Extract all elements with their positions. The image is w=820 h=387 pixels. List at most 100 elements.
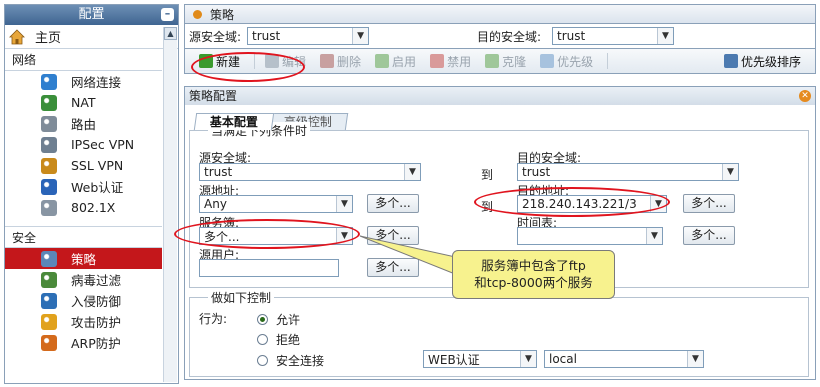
action-label: 行为: [199,312,228,326]
toolbar-button-4[interactable]: 禁用 [430,53,471,70]
action-deny-radio[interactable]: 拒绝 [257,331,300,348]
callout-line-1: 服务簿中包含了ftp [481,258,586,273]
toolbar-button-label: 克隆 [502,54,527,69]
sidebar-item-home[interactable]: 主页 [5,25,178,49]
dst-addr-multi-button[interactable]: 多个... [683,194,735,213]
sidebar-item-0-4[interactable]: SSL VPN [5,155,162,176]
toolbar-button-0[interactable]: 新建 [199,53,240,70]
vpn-grid-icon [41,136,57,153]
secure-local-select[interactable]: local ▼ [544,350,704,368]
sidebar: 配置 – 主页 ▲ 网络 网络连接 NAT 路由 IPSec VPN SSL VPN We… [4,4,179,384]
new-icon [199,54,213,68]
annotation-callout: 服务簿中包含了ftp 和tcp-8000两个服务 [452,250,615,299]
virus-icon [41,271,57,288]
disable-icon [430,54,445,68]
sidebar-group-security: 安全 [5,226,162,248]
sidebar-item-1-3[interactable]: 攻击防护 [5,311,162,332]
close-icon[interactable]: ✕ [799,90,811,102]
tab-dot-icon [193,9,202,19]
policy-icon [41,250,57,267]
src-user-multi-button[interactable]: 多个... [367,258,419,277]
page-tab-title: 策略 [210,7,235,22]
service-select[interactable]: 多个... ▼ [199,227,353,245]
service-multi-button[interactable]: 多个... [367,226,419,245]
toolbar-button-7[interactable]: 优先级排序 [723,53,801,70]
chevron-down-icon[interactable]: ▼ [404,164,420,180]
src-addr-select[interactable]: Any ▼ [199,195,353,213]
secure-auth-select[interactable]: WEB认证 ▼ [423,350,537,368]
toolbar-button-1[interactable]: 编辑 [265,53,306,70]
sidebar-item-1-1[interactable]: 病毒过滤 [5,269,162,290]
sidebar-item-0-3[interactable]: IPSec VPN [5,134,162,155]
sidebar-item-1-0[interactable]: 策略 [5,248,162,269]
sidebar-item-label: ARP防护 [71,336,121,351]
policy-config-title: 策略配置 [189,89,238,103]
router-icon [41,115,57,132]
tab-basic-config[interactable]: 基本配置 [193,113,275,130]
page-tab[interactable]: 策略 [184,4,816,24]
sidebar-item-label: 攻击防护 [71,315,122,330]
action-allow-radio[interactable]: 允许 [257,311,300,328]
radio-icon[interactable] [257,334,268,345]
callout-line-2: 和tcp-8000两个服务 [474,275,593,290]
scroll-up-icon[interactable]: ▲ [164,27,177,40]
toolbar-button-6[interactable]: 优先级 [540,53,593,70]
sidebar-item-label: 策略 [71,252,97,267]
chevron-down-icon[interactable]: ▼ [336,196,352,212]
sidebar-item-label: 主页 [35,31,62,46]
toolbar: 新建 编辑 删除 启用 禁用 克隆 优先级 优先级排序 [184,48,816,74]
sort-icon [723,54,738,68]
to-label: 到 [481,168,494,182]
sidebar-item-label: SSL VPN [71,158,124,173]
dst-zone-filter-select[interactable]: trust ▼ [552,27,674,45]
radio-icon[interactable] [257,355,268,366]
trash-icon [320,54,335,68]
src-zone-select[interactable]: trust ▼ [199,163,421,181]
chevron-down-icon[interactable]: ▼ [650,196,666,212]
sidebar-item-label: IPSec VPN [71,137,135,152]
src-addr-multi-button[interactable]: 多个... [367,194,419,213]
dst-zone-filter-label: 目的安全域: [477,29,542,44]
sidebar-scrollbar[interactable]: ▲ [163,27,177,382]
shield-icon [41,313,57,330]
toolbar-separator [254,53,256,69]
src-zone-filter-select[interactable]: trust ▼ [247,27,370,45]
sidebar-item-0-0[interactable]: 网络连接 [5,71,162,92]
toolbar-button-label: 禁用 [447,54,472,69]
to-label-2: 到 [481,200,494,214]
time-multi-button[interactable]: 多个... [683,226,735,245]
action-secure-connection-radio[interactable]: 安全连接 [257,352,324,369]
chevron-down-icon[interactable]: ▼ [657,28,673,44]
chevron-down-icon[interactable]: ▼ [336,228,352,244]
dst-zone-select[interactable]: trust ▼ [517,163,739,181]
toolbar-separator [607,53,609,69]
policy-config-header: 策略配置 ✕ [185,87,815,105]
sidebar-item-0-1[interactable]: NAT [5,92,162,113]
sidebar-item-label: 路由 [71,117,97,132]
sidebar-item-0-2[interactable]: 路由 [5,113,162,134]
config-tabs: 基本配置 高级控制 [193,113,349,130]
sidebar-item-1-4[interactable]: ARP防护 [5,332,162,353]
toolbar-button-3[interactable]: 启用 [375,53,416,70]
toolbar-button-label: 优先级 [557,54,594,69]
sidebar-item-0-5[interactable]: Web认证 [5,176,162,197]
radio-checked-icon[interactable] [257,314,268,325]
chevron-down-icon[interactable]: ▼ [646,228,662,244]
sidebar-item-0-6[interactable]: 802.1X [5,197,162,218]
sidebar-group-network: 网络 [5,49,162,71]
src-user-input[interactable] [199,259,339,277]
globe-icon [41,94,57,111]
sidebar-item-1-2[interactable]: 入侵防御 [5,290,162,311]
toolbar-button-2[interactable]: 删除 [320,53,361,70]
toolbar-button-5[interactable]: 克隆 [485,53,526,70]
action-legend: 做如下控制 [208,289,275,306]
chevron-down-icon[interactable]: ▼ [722,164,738,180]
dst-addr-select[interactable]: 218.240.143.221/3 ▼ [517,195,667,213]
sidebar-item-label: 入侵防御 [71,294,122,309]
time-select[interactable]: ▼ [517,227,663,245]
collapse-icon[interactable]: – [161,8,174,21]
chevron-down-icon[interactable]: ▼ [352,28,369,44]
chevron-down-icon[interactable]: ▼ [687,351,703,367]
toolbar-button-label: 优先级排序 [740,54,801,69]
chevron-down-icon[interactable]: ▼ [520,351,536,367]
